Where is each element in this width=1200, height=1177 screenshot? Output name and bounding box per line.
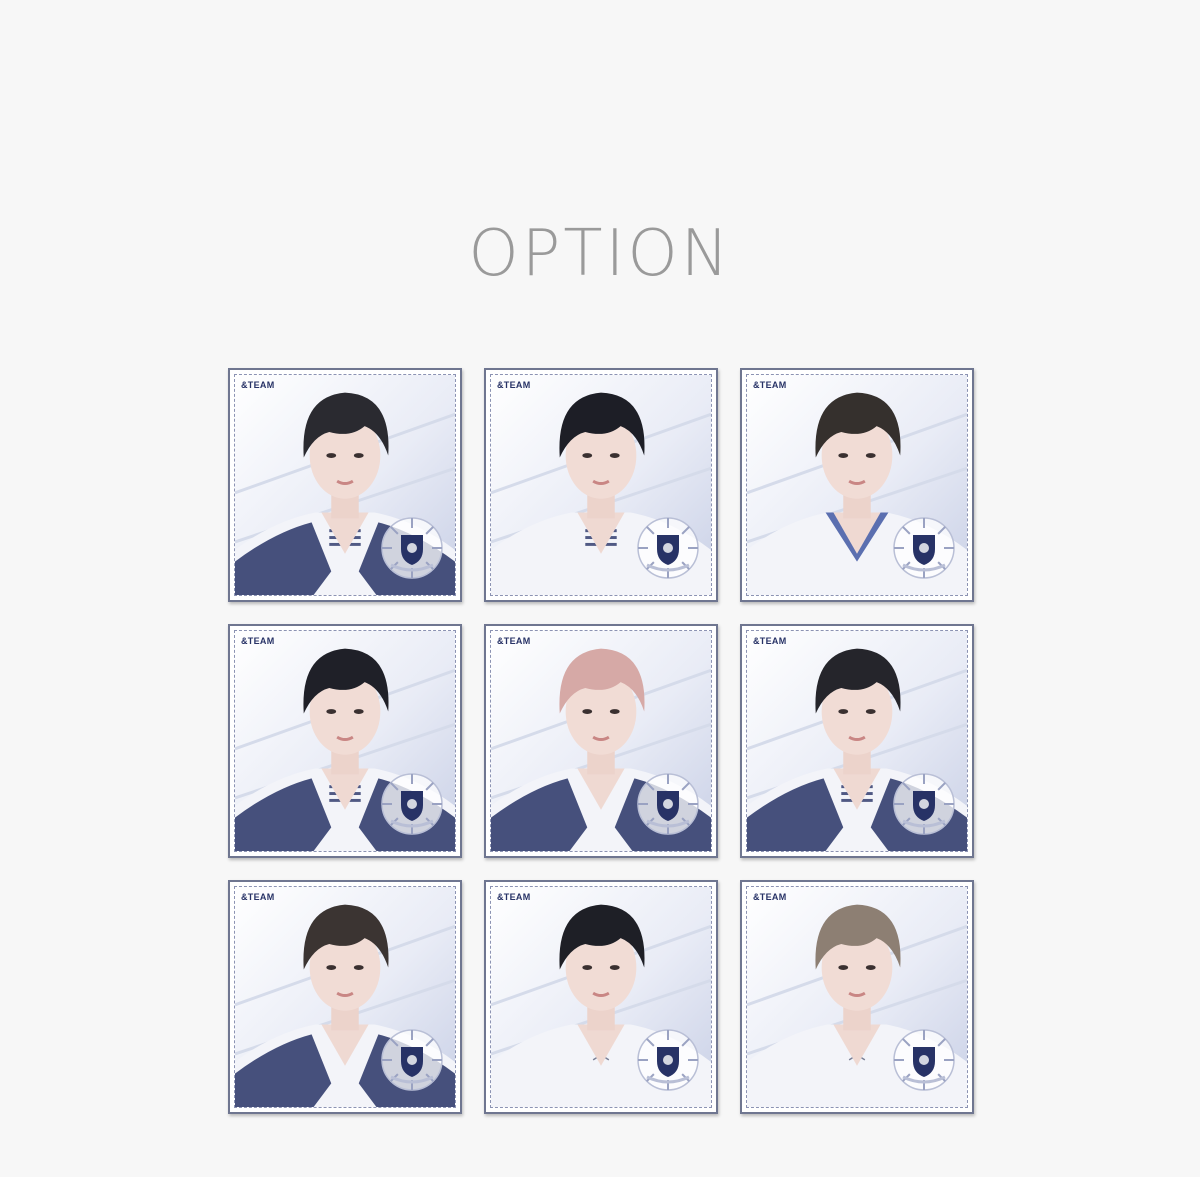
option-grid: &TEAM &TEAM &TEAM &TEAM &TEAM &TEAM &TEA… bbox=[228, 368, 974, 1114]
card-frame: &TEAM bbox=[746, 374, 968, 596]
card-frame: &TEAM bbox=[746, 630, 968, 852]
crest-emblem-icon bbox=[893, 773, 955, 835]
crest-emblem-icon bbox=[381, 1029, 443, 1091]
option-card[interactable]: &TEAM bbox=[228, 880, 462, 1114]
card-frame: &TEAM bbox=[234, 374, 456, 596]
crest-emblem-icon bbox=[893, 517, 955, 579]
card-frame: &TEAM bbox=[490, 374, 712, 596]
crest-emblem-icon bbox=[381, 773, 443, 835]
crest-emblem-icon bbox=[637, 773, 699, 835]
option-card[interactable]: &TEAM bbox=[228, 368, 462, 602]
brand-logo: &TEAM bbox=[241, 636, 275, 646]
option-card[interactable]: &TEAM bbox=[484, 368, 718, 602]
card-frame: &TEAM bbox=[234, 886, 456, 1108]
card-frame: &TEAM bbox=[234, 630, 456, 852]
option-card[interactable]: &TEAM bbox=[484, 880, 718, 1114]
brand-logo: &TEAM bbox=[753, 380, 787, 390]
card-frame: &TEAM bbox=[490, 886, 712, 1108]
brand-logo: &TEAM bbox=[241, 892, 275, 902]
brand-logo: &TEAM bbox=[497, 892, 531, 902]
card-frame: &TEAM bbox=[746, 886, 968, 1108]
crest-emblem-icon bbox=[637, 517, 699, 579]
crest-emblem-icon bbox=[637, 1029, 699, 1091]
brand-logo: &TEAM bbox=[753, 636, 787, 646]
brand-logo: &TEAM bbox=[241, 380, 275, 390]
card-frame: &TEAM bbox=[490, 630, 712, 852]
brand-logo: &TEAM bbox=[497, 636, 531, 646]
brand-logo: &TEAM bbox=[497, 380, 531, 390]
option-card[interactable]: &TEAM bbox=[740, 368, 974, 602]
option-card[interactable]: &TEAM bbox=[740, 880, 974, 1114]
page-title: OPTION bbox=[468, 217, 732, 291]
brand-logo: &TEAM bbox=[753, 892, 787, 902]
option-card[interactable]: &TEAM bbox=[484, 624, 718, 858]
option-card[interactable]: &TEAM bbox=[228, 624, 462, 858]
option-card[interactable]: &TEAM bbox=[740, 624, 974, 858]
crest-emblem-icon bbox=[893, 1029, 955, 1091]
crest-emblem-icon bbox=[381, 517, 443, 579]
